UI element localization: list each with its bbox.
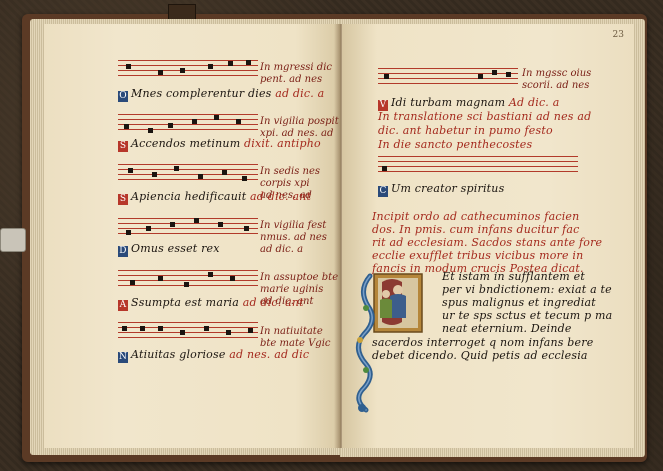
- right-text-line-1: V Idi turbam magnam Ad dic. a: [378, 96, 560, 111]
- right-page: 23 In mgssc oius scorii. ad nes V Idi turb…: [342, 24, 634, 448]
- right-margin-cue-1: In mgssc oius scorii. ad nes: [522, 68, 592, 91]
- ordo-paragraph: Incipit ordo ad cathecuminos facien dos.…: [372, 210, 603, 275]
- left-margin-cue-1: In mgressi dic pent. ad nes: [260, 62, 332, 85]
- left-staff-2: [118, 112, 258, 134]
- right-text-line-4: In die sancto penthecostes: [378, 138, 533, 151]
- right-text-line-2: In translatione sci bastiani ad nes ad: [378, 110, 592, 123]
- left-staff-5: [118, 268, 258, 290]
- left-staff-1: [118, 58, 258, 80]
- illum-text-block: Et istam in sufflantem et per vi bndicti…: [442, 270, 613, 335]
- right-text-line-3: dic. ant habetur in pumo festo: [378, 124, 553, 137]
- left-staff-3: [118, 162, 258, 184]
- final-text-block: sacerdos interroget q nom infans bere de…: [372, 336, 594, 362]
- right-text-line-5: C Um creator spiritus: [378, 182, 505, 197]
- right-staff-2: [378, 154, 578, 176]
- left-text-line-5: A Ssumpta est maria ad dic. ant: [118, 296, 304, 311]
- left-text-line-1: O Mnes complerentur dies ad dic. a: [118, 87, 325, 102]
- folio-number: 23: [612, 30, 624, 40]
- top-clasp: [168, 4, 196, 20]
- left-staff-4: [118, 216, 258, 238]
- left-text-line-3: S Apiencia hedificauit ad dic. ant: [118, 190, 312, 205]
- left-text-line-6: N Atiuitas gloriose ad nes. ad dic: [118, 348, 310, 363]
- left-margin-cue-4: In vigilia fest nmus. ad nes ad dic. a: [260, 220, 327, 255]
- left-text-line-4: D Omus esset rex: [118, 242, 220, 257]
- left-staff-6: [118, 320, 258, 342]
- left-page: In mgressi dic pent. ad nes O Mnes compler…: [44, 24, 340, 448]
- left-text-line-2: S Accendos metinum dixit. antipho: [118, 137, 321, 152]
- right-staff-1: [378, 66, 518, 88]
- left-margin-cue-6: In natiuitate bte mate Vgic: [260, 326, 331, 349]
- side-clasp: [0, 228, 26, 252]
